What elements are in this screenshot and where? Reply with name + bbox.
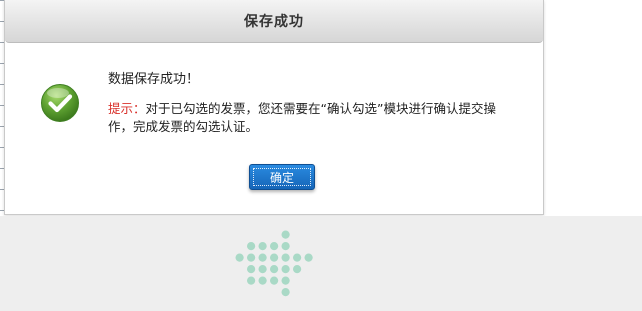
logo-dot	[293, 265, 302, 274]
logo-dot	[258, 253, 267, 262]
logo-dot	[270, 253, 279, 262]
dialog-header: 保存成功	[5, 0, 543, 43]
logo-dot	[247, 242, 256, 251]
logo-dot	[281, 288, 290, 297]
dots-cross-icon	[235, 230, 313, 297]
logo-dot	[270, 276, 279, 285]
tip-label: 提示：	[108, 101, 146, 116]
save-success-dialog: 保存成功 数据保存成功！ 提示：对于已勾选的发票，您还需要在“确认勾选”模块进行…	[4, 0, 544, 215]
logo-dot	[281, 230, 290, 239]
logo-dot	[270, 242, 279, 251]
logo-dot	[247, 276, 256, 285]
logo-dot	[247, 265, 256, 274]
logo-dot	[281, 265, 290, 274]
logo-dot	[258, 265, 267, 274]
logo-dot	[235, 253, 244, 262]
logo-dot	[247, 253, 256, 262]
logo-dot	[270, 265, 279, 274]
logo-dot	[281, 242, 290, 251]
check-circle-icon	[41, 84, 79, 122]
logo-dot	[281, 276, 290, 285]
ok-button[interactable]: 确定	[249, 164, 315, 190]
success-message: 数据保存成功！	[108, 72, 200, 87]
tip-text: 对于已勾选的发票，您还需要在“确认勾选”模块进行确认提交操作，完成发票的勾选认证…	[108, 101, 496, 134]
tip-message: 提示：对于已勾选的发票，您还需要在“确认勾选”模块进行确认提交操作，完成发票的勾…	[108, 100, 518, 136]
logo-dot	[281, 253, 290, 262]
dialog-title: 保存成功	[244, 14, 304, 30]
logo-dot	[258, 242, 267, 251]
logo-dot	[293, 253, 302, 262]
bottom-area	[0, 216, 642, 311]
logo-dot	[258, 276, 267, 285]
logo-dot	[304, 253, 313, 262]
